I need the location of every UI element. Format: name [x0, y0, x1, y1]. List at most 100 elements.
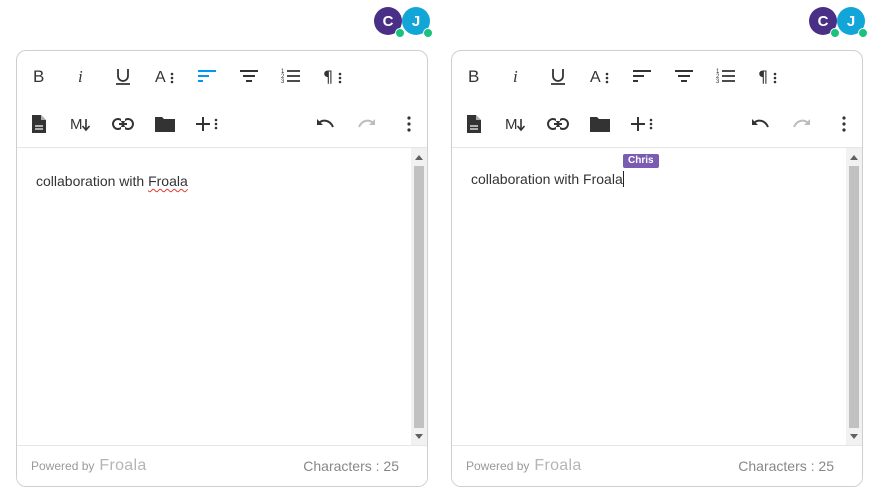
more-insert-icon: [196, 117, 218, 131]
font-size-icon: A: [155, 69, 174, 86]
character-counter: Characters : 25: [738, 458, 834, 474]
underline-button[interactable]: [109, 62, 137, 90]
markdown-icon: M: [505, 116, 526, 133]
more-insert-button[interactable]: [628, 110, 656, 138]
file-manager-button[interactable]: [586, 110, 614, 138]
svg-text:A: A: [590, 69, 601, 86]
folder-icon: [590, 117, 610, 132]
avatar[interactable]: C: [809, 7, 840, 38]
misspelled-word[interactable]: Froala: [148, 173, 188, 189]
insert-file-button[interactable]: [25, 110, 53, 138]
ordered-list-button[interactable]: 123: [277, 62, 305, 90]
svg-text:¶: ¶: [323, 67, 333, 86]
svg-text:M: M: [70, 116, 83, 133]
more-options-button[interactable]: [395, 110, 423, 138]
avatar[interactable]: J: [402, 7, 433, 38]
svg-text:M: M: [505, 116, 518, 133]
editor-content[interactable]: Chris collaboration with Froala: [452, 148, 846, 446]
scroll-up-arrow[interactable]: [846, 150, 862, 164]
vertical-scrollbar[interactable]: [846, 148, 862, 446]
ordered-list-icon: 123: [716, 69, 735, 85]
font-size-button[interactable]: A: [586, 62, 614, 90]
more-options-icon: [407, 116, 411, 132]
bold-button[interactable]: B: [25, 62, 53, 90]
undo-button[interactable]: [311, 110, 339, 138]
editor-box: B i A 123 ¶: [16, 50, 428, 487]
paragraph-format-button[interactable]: ¶: [754, 62, 782, 90]
powered-by[interactable]: Powered by Froala: [31, 457, 147, 475]
more-insert-icon: [631, 117, 653, 131]
online-status-dot: [830, 28, 840, 38]
insert-file-button[interactable]: [460, 110, 488, 138]
markdown-button[interactable]: M: [67, 110, 95, 138]
underline-icon: [551, 69, 565, 85]
scroll-thumb[interactable]: [849, 166, 859, 428]
more-options-icon: [842, 116, 846, 132]
scroll-up-arrow[interactable]: [411, 150, 427, 164]
align-left-button[interactable]: [628, 62, 656, 90]
vertical-scrollbar[interactable]: [411, 148, 427, 446]
align-center-button[interactable]: [670, 62, 698, 90]
scroll-thumb[interactable]: [414, 166, 424, 428]
underline-icon: [116, 69, 130, 85]
insert-file-icon: [467, 115, 481, 133]
insert-link-button[interactable]: [109, 110, 137, 138]
scroll-down-arrow[interactable]: [846, 430, 862, 444]
bold-icon: B: [33, 67, 44, 85]
italic-button[interactable]: i: [67, 62, 95, 90]
avatar-initial: C: [382, 12, 394, 30]
scroll-down-arrow[interactable]: [411, 430, 427, 444]
redo-button[interactable]: [788, 110, 816, 138]
toolbar-row-2: M: [452, 104, 862, 144]
undo-button[interactable]: [746, 110, 774, 138]
froala-logo[interactable]: Froala: [534, 457, 581, 475]
align-left-button[interactable]: [193, 62, 221, 90]
content-plain: collaboration with: [36, 173, 149, 189]
folder-icon: [155, 117, 175, 132]
svg-text:A: A: [155, 69, 166, 86]
undo-icon: [317, 119, 334, 128]
undo-icon: [752, 119, 769, 128]
link-icon: [112, 118, 134, 130]
redo-icon: [793, 119, 810, 128]
avatar-initial: J: [846, 12, 856, 30]
svg-text:3: 3: [281, 79, 285, 85]
paragraph-format-button[interactable]: ¶: [319, 62, 347, 90]
avatar[interactable]: J: [837, 7, 868, 38]
ordered-list-button[interactable]: 123: [712, 62, 740, 90]
file-manager-button[interactable]: [151, 110, 179, 138]
redo-icon: [358, 119, 375, 128]
more-insert-button[interactable]: [193, 110, 221, 138]
toolbar-row-1: B i A 123 ¶: [452, 56, 862, 96]
editor-right: C J B i A 1 2 3 ¶ M Chris collaboration …: [451, 0, 868, 503]
powered-by-label: Powered by: [466, 459, 530, 473]
content-text[interactable]: collaboration with Froala: [36, 173, 188, 189]
underline-button[interactable]: [544, 62, 572, 90]
remote-cursor-label: Chris: [623, 154, 659, 168]
italic-button[interactable]: i: [502, 62, 530, 90]
font-size-button[interactable]: A: [151, 62, 179, 90]
avatar-initial: C: [817, 12, 829, 30]
editor-box: B i A 123 ¶: [451, 50, 863, 487]
online-status-dot: [858, 28, 868, 38]
markdown-button[interactable]: M: [502, 110, 530, 138]
align-center-button[interactable]: [235, 62, 263, 90]
froala-logo[interactable]: Froala: [99, 457, 146, 475]
font-size-icon: A: [590, 69, 609, 86]
insert-link-button[interactable]: [544, 110, 572, 138]
powered-by[interactable]: Powered by Froala: [466, 457, 582, 475]
content-text[interactable]: collaboration with Froala: [471, 171, 624, 187]
bold-button[interactable]: B: [460, 62, 488, 90]
more-options-button[interactable]: [830, 110, 858, 138]
avatar[interactable]: C: [374, 7, 405, 38]
insert-file-icon: [32, 115, 46, 133]
link-icon: [547, 118, 569, 130]
redo-button[interactable]: [353, 110, 381, 138]
paragraph-format-icon: ¶: [758, 67, 777, 86]
editor-content[interactable]: collaboration with Froala: [17, 148, 411, 446]
user-avatars: C J: [374, 7, 433, 38]
user-avatars: C J: [809, 7, 868, 38]
online-status-dot: [395, 28, 405, 38]
markdown-icon: M: [70, 116, 91, 133]
editor-left: C J B i A 1 2 3 ¶ M collaboration with F…: [16, 0, 433, 503]
